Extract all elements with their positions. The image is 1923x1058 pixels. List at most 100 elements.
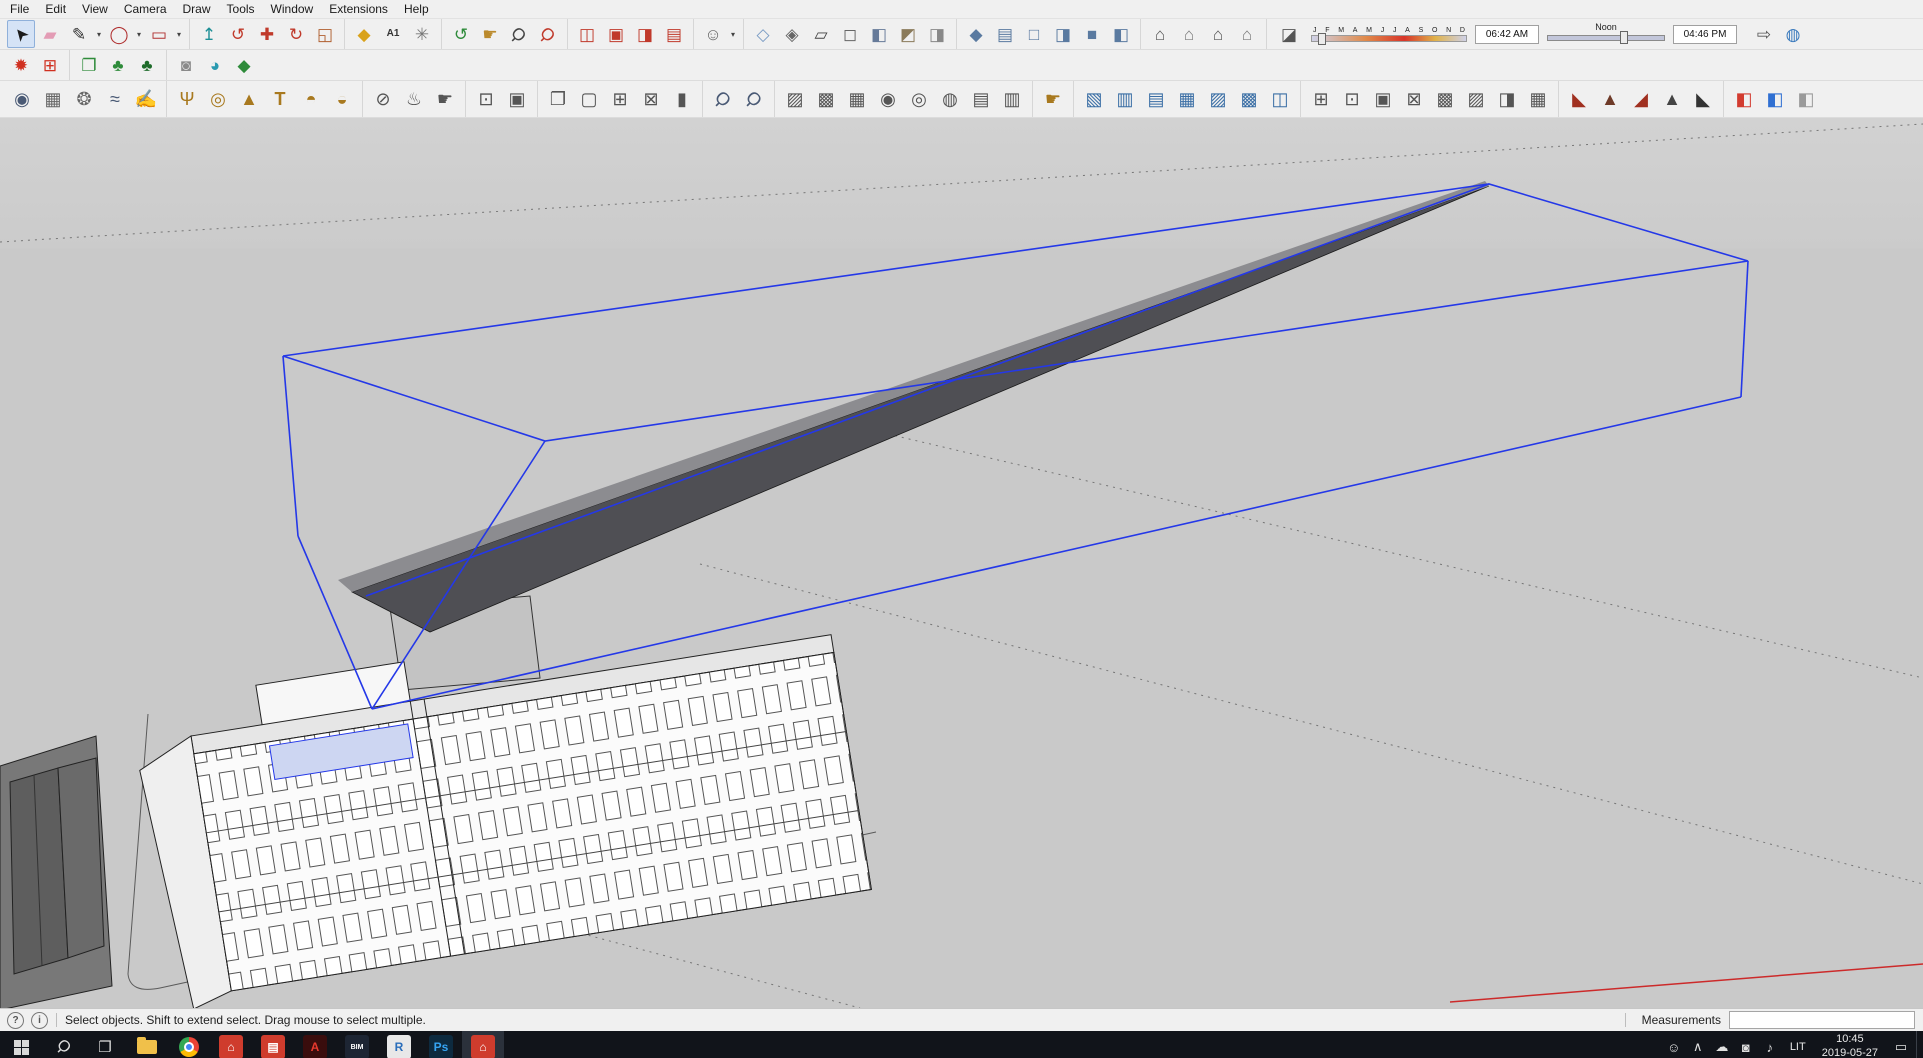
cliff-tool[interactable]: ▲ — [1657, 84, 1687, 114]
menu-draw[interactable]: Draw — [175, 1, 219, 17]
viewport[interactable] — [0, 118, 1923, 1047]
person-tool[interactable]: ☺ — [699, 20, 727, 48]
walk-tool[interactable]: ◨ — [631, 20, 659, 48]
shadow-date-slider[interactable]: JFMAMJJASOND — [1311, 27, 1467, 45]
tray-chevron-icon[interactable]: ∧ — [1686, 1031, 1710, 1058]
shaded-textures-style[interactable]: ◩ — [894, 20, 922, 48]
wrap-tool[interactable]: ◨ — [1492, 84, 1522, 114]
taskbar-search-button[interactable]: Ϙ — [42, 1031, 84, 1058]
iso-view[interactable]: ◆ — [962, 20, 990, 48]
language-indicator[interactable]: LIT — [1784, 1041, 1812, 1053]
measurements-input[interactable] — [1729, 1011, 1915, 1029]
taskbar-file-explorer[interactable] — [126, 1031, 168, 1058]
arc-tool[interactable]: ◯ — [105, 20, 133, 48]
axes-tool[interactable]: ✳ — [408, 20, 436, 48]
dome-tool[interactable]: ◓ — [296, 84, 326, 114]
orbit-tool[interactable]: ↺ — [447, 20, 475, 48]
sphere-check-tool[interactable]: ◉ — [873, 84, 903, 114]
component-stack-tool[interactable]: ▧ — [1079, 84, 1109, 114]
zoom-tool[interactable]: Ϙ — [505, 20, 533, 48]
taskbar-taskview-button[interactable]: ❐ — [84, 1031, 126, 1058]
tray-cloud-icon[interactable]: ☁ — [1710, 1031, 1734, 1058]
scale-tool[interactable]: ◱ — [311, 20, 339, 48]
null-tool[interactable]: ⊘ — [368, 84, 398, 114]
tree-window-tool[interactable]: ❐ — [75, 51, 103, 79]
zoom-photo-tool[interactable]: Ϙ — [708, 84, 738, 114]
shadow-date-track[interactable] — [1311, 32, 1467, 45]
share-model-button[interactable]: ⌂ — [1175, 20, 1203, 48]
tray-alert-icon[interactable]: ◙ — [1734, 1031, 1758, 1058]
menu-window[interactable]: Window — [263, 1, 322, 17]
hidden-line-style[interactable]: ◻ — [836, 20, 864, 48]
component-split-tool[interactable]: ◫ — [1265, 84, 1295, 114]
left-view[interactable]: ◧ — [1107, 20, 1135, 48]
wineglass-tool[interactable]: Ψ — [172, 84, 202, 114]
shadow-time-track[interactable] — [1547, 35, 1665, 41]
stage-tool[interactable]: ⊡ — [471, 84, 501, 114]
proxy-tool[interactable]: ▨ — [1461, 84, 1491, 114]
taskbar-photoshop[interactable]: Ps — [420, 1031, 462, 1058]
info-icon[interactable]: i — [31, 1011, 48, 1029]
checker-cube-tool[interactable]: ▦ — [842, 84, 872, 114]
tree-tool[interactable]: ♣ — [104, 51, 132, 79]
x-ray-style[interactable]: ◇ — [749, 20, 777, 48]
follow-me-tool[interactable]: ↺ — [224, 20, 252, 48]
rectangle-tool[interactable]: ▭ — [145, 20, 173, 48]
shell-tool[interactable]: ◒ — [327, 84, 357, 114]
menu-file[interactable]: File — [2, 1, 37, 17]
model-library-button[interactable]: ⌂ — [1233, 20, 1261, 48]
pin-tool[interactable]: T — [265, 84, 295, 114]
subdivide-tool[interactable]: ⊡ — [1337, 84, 1367, 114]
terrain-texture-tool[interactable]: ▲ — [1595, 84, 1625, 114]
tray-people-icon[interactable]: ☺ — [1662, 1031, 1686, 1058]
shadow-time-slider[interactable]: Noon — [1547, 22, 1665, 45]
taskbar-revit[interactable]: R — [378, 1031, 420, 1058]
line-tool[interactable]: ✎ — [65, 20, 93, 48]
blue-cube-tool[interactable]: ◧ — [1760, 84, 1790, 114]
pan-tool[interactable]: ☛ — [476, 20, 504, 48]
taskbar-layout[interactable]: ▤ — [252, 1031, 294, 1058]
globe-tool[interactable]: ◍ — [1779, 20, 1807, 48]
taskbar-start-button[interactable] — [0, 1031, 42, 1058]
shadow-volume-side[interactable] — [350, 185, 1490, 633]
rotate-tool[interactable]: ↻ — [282, 20, 310, 48]
monochrome-style[interactable]: ◨ — [923, 20, 951, 48]
front-view[interactable]: □ — [1020, 20, 1048, 48]
help-icon[interactable]: ? — [7, 1011, 24, 1029]
window-maximize-tool[interactable]: ❐ — [543, 84, 573, 114]
zoom-extents-tool[interactable]: Ϙ — [534, 20, 562, 48]
show-desktop-button[interactable] — [1916, 1031, 1923, 1058]
burst-tool[interactable]: ❂ — [69, 84, 99, 114]
back-edges-style[interactable]: ◈ — [778, 20, 806, 48]
wireframe-style[interactable]: ▱ — [807, 20, 835, 48]
component-edit-tool[interactable]: ▥ — [1110, 84, 1140, 114]
pattern-sphere-tool[interactable]: ◍ — [935, 84, 965, 114]
menu-tools[interactable]: Tools — [219, 1, 263, 17]
gem-tool[interactable]: ◆ — [230, 51, 258, 79]
tray-volume-icon[interactable]: ♪ — [1758, 1031, 1782, 1058]
sun-plugin-tool[interactable]: ✹ — [7, 51, 35, 79]
screen-tool[interactable]: ▣ — [502, 84, 532, 114]
select-hand-tool[interactable]: ☛ — [1038, 84, 1068, 114]
text-tool[interactable]: A1 — [379, 20, 407, 48]
window-grid-tool[interactable]: ⊞ — [605, 84, 635, 114]
taskbar-clock[interactable]: 10:45 2019-05-27 — [1814, 1033, 1886, 1058]
grab-teapot-tool[interactable]: ☛ — [430, 84, 460, 114]
eraser-tool[interactable]: ▰ — [36, 20, 64, 48]
dark-building[interactable] — [0, 735, 113, 1011]
teapot-tool[interactable]: ♨ — [399, 84, 429, 114]
taskbar-sketchup-active[interactable]: ⌂ — [462, 1031, 504, 1058]
grid-plugin-tool[interactable]: ⊞ — [36, 51, 64, 79]
image-tool[interactable]: ▤ — [660, 20, 688, 48]
wave-tool[interactable]: ≈ — [100, 84, 130, 114]
shaded-style[interactable]: ◧ — [865, 20, 893, 48]
crease-tool[interactable]: ▣ — [1368, 84, 1398, 114]
menu-help[interactable]: Help — [396, 1, 437, 17]
taskbar-sketchup[interactable]: ⌂ — [210, 1031, 252, 1058]
component-array-tool[interactable]: ▤ — [1141, 84, 1171, 114]
person-tool-dropdown[interactable]: ▾ — [728, 21, 738, 47]
roof-texture-tool[interactable]: ◣ — [1564, 84, 1594, 114]
line-tool-dropdown[interactable]: ▾ — [94, 21, 104, 47]
3d-warehouse-button[interactable]: ⌂ — [1146, 20, 1174, 48]
component-merge-tool[interactable]: ▩ — [1234, 84, 1264, 114]
